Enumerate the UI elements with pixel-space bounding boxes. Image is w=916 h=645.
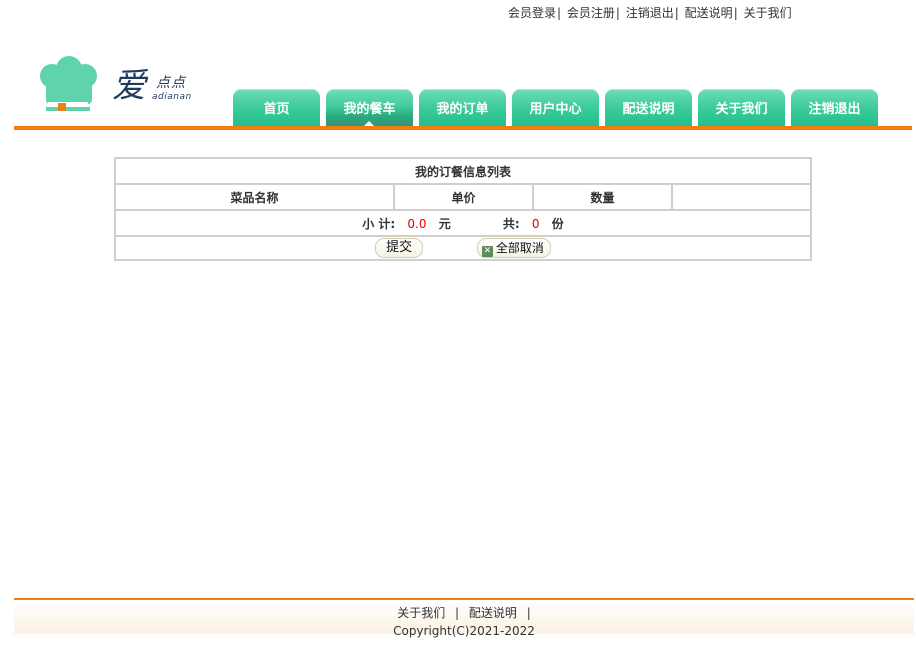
footer: 关于我们 | 配送说明 | Copyright(C)2021-2022 xyxy=(14,600,914,638)
nav-tab-my-cart[interactable]: 我的餐车 xyxy=(326,89,413,128)
nav-tab-label: 我的餐车 xyxy=(343,102,396,117)
logo-dd: 点点 xyxy=(156,75,186,91)
logo-text: 爱 点点 adianan xyxy=(112,66,204,112)
top-link-delivery[interactable]: 配送说明 xyxy=(685,6,733,20)
footer-link-about[interactable]: 关于我们 xyxy=(397,606,445,620)
footer-separator: | xyxy=(455,606,460,620)
page: 会员登录| 会员注册| 注销退出| 配送说明| 关于我们 爱 点点 adiana… xyxy=(0,0,916,645)
column-header-empty xyxy=(671,183,812,211)
count-unit: 份 xyxy=(551,216,564,231)
copyright: Copyright(C)2021-2022 xyxy=(393,624,535,638)
nav-tab-logout[interactable]: 注销退出 xyxy=(791,89,878,128)
top-link-login[interactable]: 会员登录 xyxy=(508,6,556,20)
cart-table-title: 我的订餐信息列表 xyxy=(114,157,812,185)
footer-link-delivery[interactable]: 配送说明 xyxy=(469,606,517,620)
column-header-unit-price: 单价 xyxy=(393,183,534,211)
top-link-logout[interactable]: 注销退出 xyxy=(626,6,674,20)
submit-button[interactable]: 提交 xyxy=(375,238,424,258)
cart-table: 我的订餐信息列表 菜品名称 单价 数量 小 计: 0.0 元 共: 0 份 提交… xyxy=(114,157,812,261)
header-divider xyxy=(14,126,912,130)
subtotal-row: 小 计: 0.0 元 共: 0 份 xyxy=(114,209,812,237)
footer-links: 关于我们 | 配送说明 | xyxy=(14,604,914,621)
top-links: 会员登录| 会员注册| 注销退出| 配送说明| 关于我们 xyxy=(508,4,792,21)
nav-tab-about[interactable]: 关于我们 xyxy=(698,89,785,128)
top-link-about[interactable]: 关于我们 xyxy=(744,6,792,20)
footer-separator: | xyxy=(526,606,531,620)
nav-tab-user-center[interactable]: 用户中心 xyxy=(512,89,599,128)
column-header-quantity: 数量 xyxy=(532,183,673,211)
nav-tab-delivery[interactable]: 配送说明 xyxy=(605,89,692,128)
top-link-separator: | xyxy=(674,6,679,20)
button-row: 提交 ✕ 全部取消 xyxy=(114,235,812,261)
logo-main-char: 爱 xyxy=(112,66,146,106)
top-link-separator: | xyxy=(733,6,738,20)
total-label: 共: xyxy=(502,216,520,231)
main-nav: 首页 我的餐车 我的订单 用户中心 配送说明 关于我们 注销退出 xyxy=(233,89,884,130)
cancel-all-label: 全部取消 xyxy=(495,241,544,255)
subtotal-label: 小 计: xyxy=(362,216,396,231)
top-link-separator: | xyxy=(615,6,620,20)
logo-sub: adianan xyxy=(152,92,192,102)
subtotal-value: 0.0 xyxy=(407,216,427,231)
close-icon: ✕ xyxy=(481,246,493,257)
chef-hat-logo-icon xyxy=(38,56,100,116)
currency-unit: 元 xyxy=(438,216,451,231)
top-link-separator: | xyxy=(557,6,562,20)
column-header-dish-name: 菜品名称 xyxy=(114,183,395,211)
nav-tab-home[interactable]: 首页 xyxy=(233,89,320,128)
top-link-register[interactable]: 会员注册 xyxy=(567,6,615,20)
nav-tab-my-orders[interactable]: 我的订单 xyxy=(419,89,506,128)
cancel-all-button[interactable]: ✕ 全部取消 xyxy=(476,238,551,258)
total-count: 0 xyxy=(531,216,540,231)
